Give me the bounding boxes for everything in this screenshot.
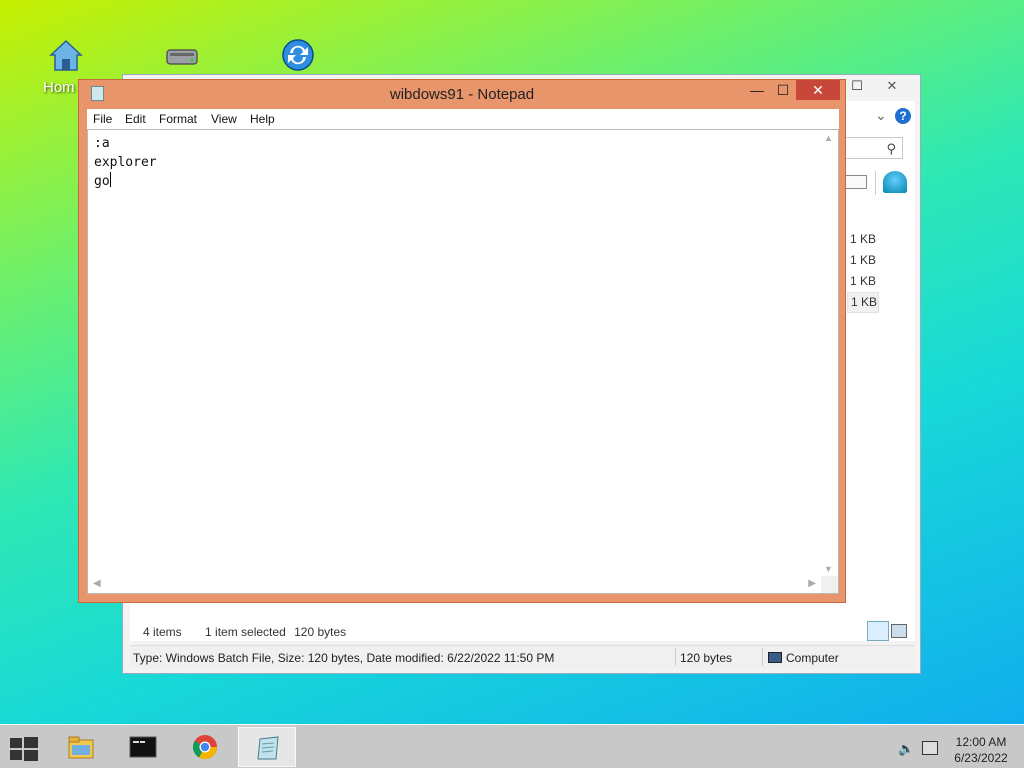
notepad-icon <box>257 736 279 760</box>
large-icons-view-icon[interactable] <box>891 624 907 638</box>
explorer-info-bar: Type: Windows Batch File, Size: 120 byte… <box>130 645 915 669</box>
text-line-content: go <box>94 174 110 189</box>
drive-icon <box>166 49 198 65</box>
computer-icon <box>768 652 782 663</box>
menu-view[interactable]: View <box>211 112 237 126</box>
taskbar: 🔈 12:00 AM 6/23/2022 <box>0 724 1024 768</box>
search-icon: ⚲ <box>886 141 896 156</box>
speaker-muted-icon[interactable]: 🔈 <box>898 741 914 757</box>
file-size-info: 120 bytes <box>680 651 733 665</box>
selection-size: 120 bytes <box>294 625 347 639</box>
scroll-down-icon[interactable]: ▼ <box>824 564 833 574</box>
scroll-left-icon[interactable]: ◀ <box>93 578 101 589</box>
windows-logo-pane <box>10 750 22 760</box>
windows-logo-pane <box>10 738 22 748</box>
windows-logo-pane <box>24 737 38 748</box>
taskbar-command-prompt[interactable] <box>114 727 172 767</box>
menu-edit[interactable]: Edit <box>125 112 146 126</box>
toolbar-divider <box>875 171 876 195</box>
start-button[interactable] <box>10 737 38 761</box>
location-info: Computer <box>768 651 839 665</box>
maximize-button[interactable]: ☐ <box>773 82 793 99</box>
explorer-close-button[interactable]: ✕ <box>869 75 915 97</box>
text-line: :a <box>94 136 110 151</box>
scroll-right-icon[interactable]: ▶ <box>808 578 816 589</box>
chrome-icon <box>192 735 217 760</box>
clock[interactable]: 12:00 AM 6/23/2022 <box>948 734 1014 766</box>
folder-icon <box>68 736 94 759</box>
clock-time: 12:00 AM <box>955 735 1007 749</box>
scrollbar-corner <box>821 576 838 593</box>
shell-icon[interactable] <box>883 171 907 193</box>
details-view-icon[interactable] <box>867 621 889 641</box>
text-caret <box>109 172 111 187</box>
text-line: go <box>94 172 157 191</box>
selection-count: 1 item selected <box>205 625 286 639</box>
location-label: Computer <box>786 651 839 665</box>
search-input[interactable]: ⚲ <box>845 137 903 159</box>
chevron-down-icon[interactable]: ⌄ <box>875 107 887 124</box>
info-divider <box>675 648 676 666</box>
email-icon[interactable] <box>845 175 867 189</box>
close-button[interactable]: ✕ <box>796 80 840 100</box>
desktop-icon-sync[interactable] <box>268 37 328 78</box>
text-line: explorer <box>94 155 157 170</box>
menu-file[interactable]: File <box>93 112 112 126</box>
clock-date: 6/23/2022 <box>954 751 1008 765</box>
home-icon <box>49 39 83 71</box>
sync-icon <box>282 39 314 71</box>
vertical-scrollbar[interactable]: ▲ ▼ <box>821 130 838 577</box>
explorer-maximize-button[interactable]: ☐ <box>845 75 869 97</box>
text-editor[interactable]: :a explorer go ▲ ▼ ◀ ▶ <box>87 129 839 594</box>
file-type-info: Type: Windows Batch File, Size: 120 byte… <box>133 651 555 665</box>
editor-content[interactable]: :a explorer go <box>94 134 157 191</box>
minimize-button[interactable]: — <box>747 82 767 98</box>
taskbar-chrome[interactable] <box>176 727 234 767</box>
command-prompt-icon <box>129 736 157 758</box>
help-icon[interactable]: ? <box>895 108 911 124</box>
notepad-window: wibdows91 - Notepad — ☐ ✕ File Edit Form… <box>78 79 846 603</box>
file-size-selected[interactable]: 1 KB <box>847 292 879 313</box>
menu-help[interactable]: Help <box>250 112 275 126</box>
menu-format[interactable]: Format <box>159 112 197 126</box>
explorer-status-bar: 4 items 1 item selected 120 bytes <box>143 625 360 639</box>
horizontal-scrollbar[interactable]: ◀ ▶ <box>88 576 821 593</box>
item-count: 4 items <box>143 625 182 639</box>
file-size: 1 KB <box>850 232 877 246</box>
taskbar-file-explorer[interactable] <box>52 727 110 767</box>
menu-bar: File Edit Format View Help <box>87 109 839 129</box>
scroll-up-icon[interactable]: ▲ <box>824 133 833 143</box>
network-icon[interactable] <box>922 741 938 755</box>
windows-logo-pane <box>24 750 38 761</box>
info-divider <box>762 648 763 666</box>
file-size: 1 KB <box>850 253 877 267</box>
taskbar-notepad[interactable] <box>238 727 296 767</box>
file-size: 1 KB <box>850 274 877 288</box>
window-title: wibdows91 - Notepad <box>389 86 535 103</box>
